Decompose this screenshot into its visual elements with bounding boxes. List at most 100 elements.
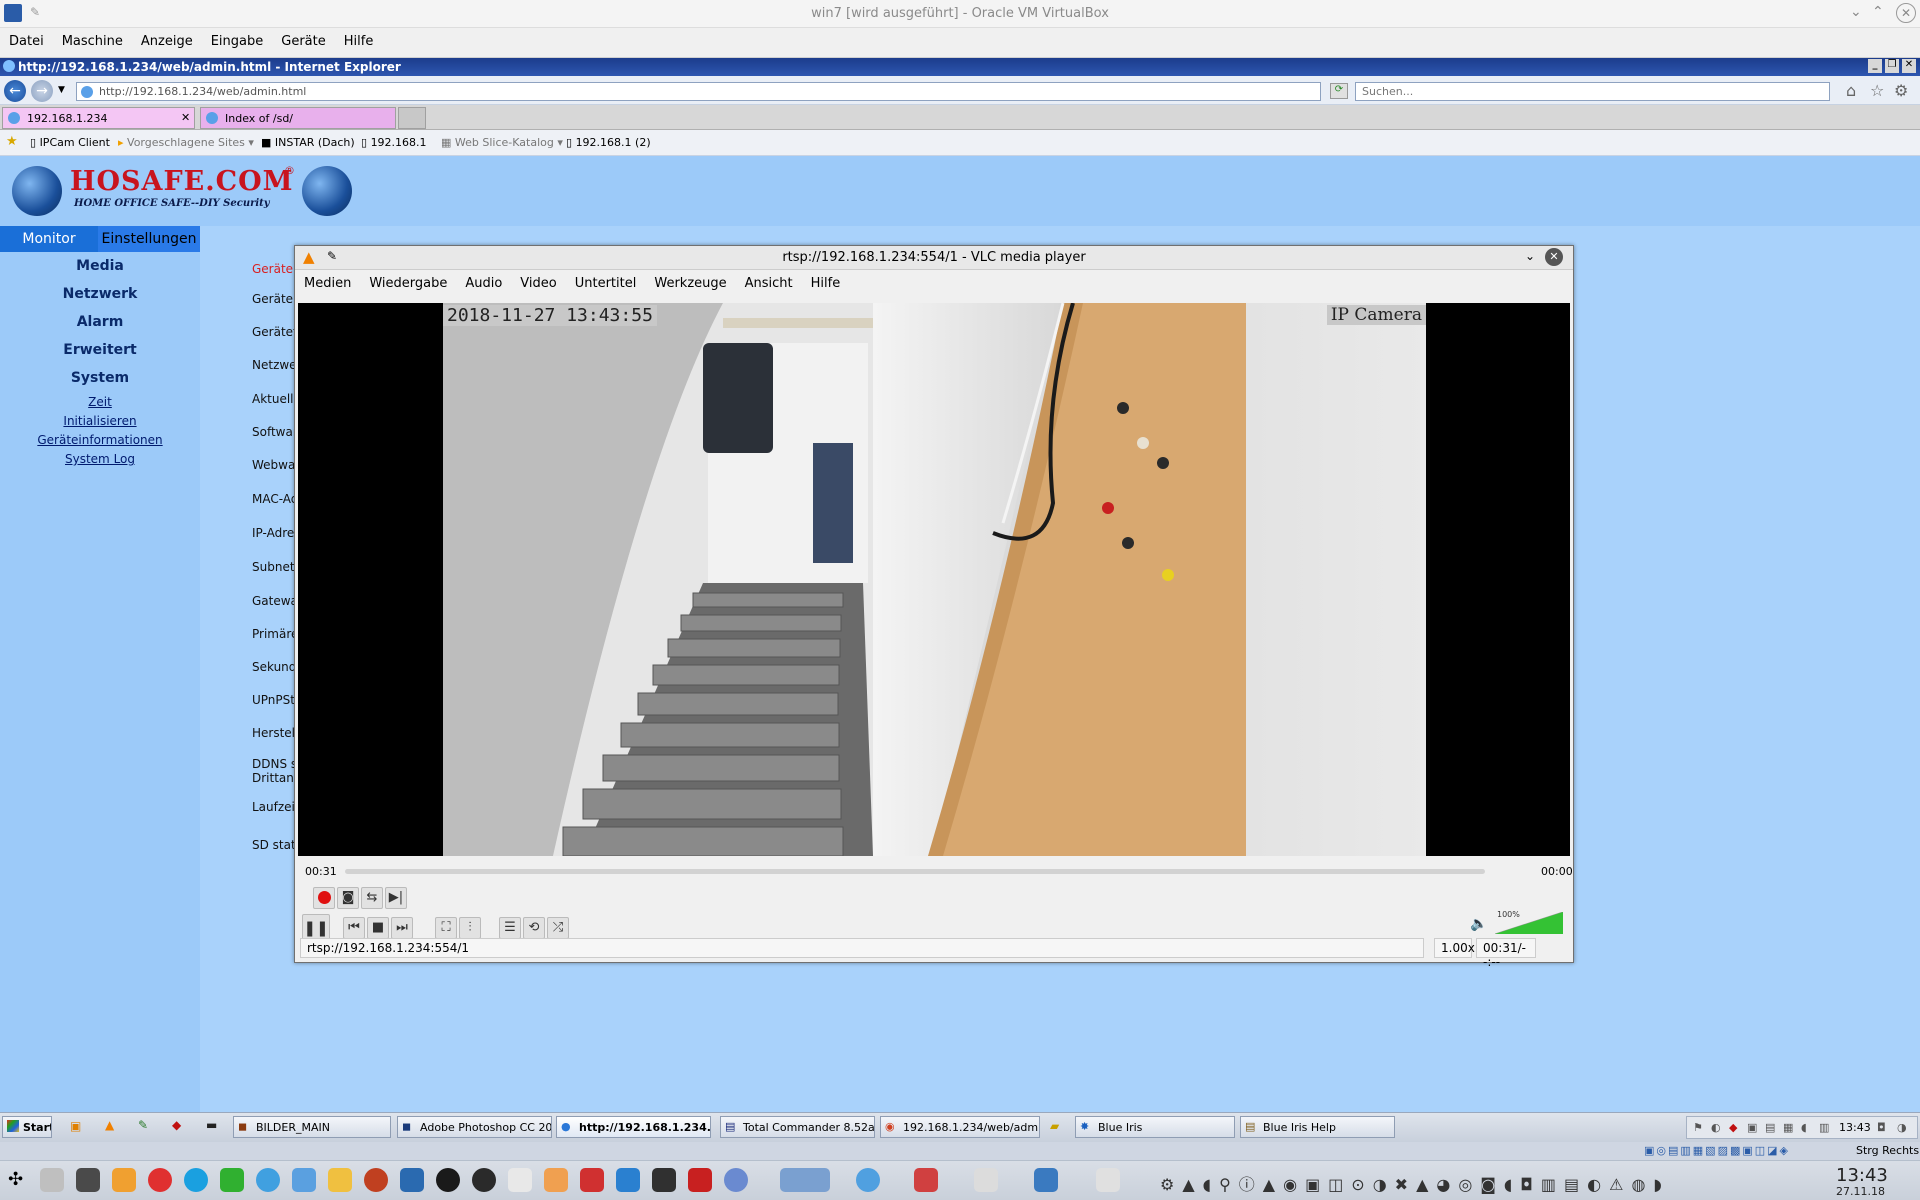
menu-datei[interactable]: Datei xyxy=(0,28,53,49)
tab-einstellungen[interactable]: Einstellungen xyxy=(98,226,200,252)
fav-192-168-1-2[interactable]: ▯ 192.168.1 (2) xyxy=(566,136,651,149)
loop-ab-button[interactable]: ⇆ xyxy=(361,887,383,909)
terminal-icon[interactable] xyxy=(652,1168,676,1192)
taskbar-item-total-commander[interactable]: ▤ Total Commander 8.52a ... xyxy=(720,1116,875,1138)
nav-erweitert[interactable]: Erweitert xyxy=(0,342,200,358)
speaker-icon[interactable]: 🔈 xyxy=(1470,916,1487,932)
home-icon[interactable]: ⌂ xyxy=(1846,81,1856,100)
menu-medien[interactable]: Medien xyxy=(295,270,360,291)
nav-system[interactable]: System xyxy=(0,370,200,386)
minimize-icon[interactable]: ⌄ xyxy=(1850,4,1862,20)
menu-untertitel[interactable]: Untertitel xyxy=(566,270,646,291)
ie-minimize-icon[interactable]: _ xyxy=(1868,59,1882,73)
folder-icon[interactable]: ▰ xyxy=(1050,1119,1059,1133)
skype-icon[interactable] xyxy=(184,1168,208,1192)
app-icon[interactable] xyxy=(400,1168,424,1192)
app-icon[interactable] xyxy=(724,1168,748,1192)
taskbar-item-bilder-main[interactable]: ◼ BILDER_MAIN xyxy=(233,1116,391,1138)
nav-link-zeit[interactable]: Zeit xyxy=(0,395,200,409)
fav-web-slice-katalog[interactable]: ▦ Web Slice-Katalog ▾ xyxy=(441,136,563,149)
menu-eingabe[interactable]: Eingabe xyxy=(202,28,273,49)
playback-speed[interactable]: 1.00x xyxy=(1434,938,1475,958)
loop-button[interactable]: ⟲ xyxy=(523,917,545,939)
maximize-icon[interactable]: ⌃ xyxy=(1872,4,1884,20)
fullscreen-button[interactable]: ⛶ xyxy=(435,917,457,939)
vbox-device-icons[interactable]: ▣◎▤▥▦▧▨▩▣◫◪◈ xyxy=(1644,1144,1790,1157)
menu-ansicht[interactable]: Ansicht xyxy=(736,270,802,291)
tray-icon[interactable]: ▥ xyxy=(1819,1121,1829,1134)
new-tab-button[interactable] xyxy=(398,107,426,129)
quicklaunch-vlc-icon[interactable]: ▲ xyxy=(105,1118,114,1132)
refresh-icon[interactable]: ⟳ xyxy=(1330,83,1348,99)
app-icon[interactable] xyxy=(292,1168,316,1192)
host-date[interactable]: 27.11.18 xyxy=(1836,1185,1885,1198)
tab-192-168-1-234[interactable]: 192.168.1.234 ✕ xyxy=(2,107,195,129)
quicklaunch-cmd-icon[interactable]: ▬ xyxy=(206,1118,217,1132)
next-button[interactable]: ⏭ xyxy=(391,917,413,939)
shuffle-button[interactable]: ⤮ xyxy=(547,917,569,939)
video-area[interactable]: 2018-11-27 13:43:55 IP Camera xyxy=(298,303,1570,856)
tray-volume-icon[interactable]: ◖ xyxy=(1801,1121,1807,1134)
nav-link-initialisieren[interactable]: Initialisieren xyxy=(0,414,200,428)
search-input[interactable]: Suchen... xyxy=(1355,82,1830,101)
app-icon[interactable] xyxy=(40,1168,64,1192)
menu-werkzeuge[interactable]: Werkzeuge xyxy=(645,270,735,291)
record-button[interactable] xyxy=(313,887,335,909)
extended-settings-button[interactable]: ⫶ xyxy=(459,917,481,939)
app-icon[interactable] xyxy=(580,1168,604,1192)
previous-button[interactable]: ⏮ xyxy=(343,917,365,939)
menu-hilfe[interactable]: Hilfe xyxy=(335,28,383,49)
host-clock[interactable]: 13:43 xyxy=(1836,1165,1888,1186)
menu-wiedergabe[interactable]: Wiedergabe xyxy=(360,270,456,291)
quicklaunch-notepad-icon[interactable]: ✎ xyxy=(138,1118,148,1132)
app-icon[interactable] xyxy=(220,1168,244,1192)
app-icon[interactable] xyxy=(148,1168,172,1192)
tab-index-of-sd[interactable]: Index of /sd/ xyxy=(200,107,396,129)
favorites-icon[interactable]: ☆ xyxy=(1870,81,1884,100)
dropdown-icon[interactable]: ▼ xyxy=(58,85,65,95)
forward-icon[interactable]: → xyxy=(31,80,53,102)
frame-step-button[interactable]: ▶| xyxy=(385,887,407,909)
menu-anzeige[interactable]: Anzeige xyxy=(132,28,202,49)
pin-icon[interactable]: ✎ xyxy=(327,249,337,263)
volume-slider[interactable] xyxy=(1494,911,1564,935)
fav-vorgeschlagene-sites[interactable]: ▸ Vorgeschlagene Sites ▾ xyxy=(118,136,254,149)
app-icon[interactable] xyxy=(256,1168,280,1192)
taskbar-item-chrome[interactable]: ◉ 192.168.1.234/web/adm... xyxy=(880,1116,1040,1138)
stop-button[interactable]: ■ xyxy=(367,917,389,939)
app-icon[interactable] xyxy=(974,1168,998,1192)
application-launcher-icon[interactable]: ✣ xyxy=(8,1169,23,1190)
gear-icon[interactable]: ⚙ xyxy=(1894,81,1908,100)
close-icon[interactable]: ✕ xyxy=(1896,3,1916,23)
quicklaunch-media-icon[interactable]: ▣ xyxy=(70,1119,81,1133)
tab-monitor[interactable]: Monitor xyxy=(0,226,98,252)
davinci-icon[interactable] xyxy=(436,1168,460,1192)
tray-icon[interactable]: ◑ xyxy=(1897,1121,1907,1134)
nav-alarm[interactable]: Alarm xyxy=(0,314,200,330)
time-status[interactable]: 00:31/--:-- xyxy=(1476,938,1536,969)
menu-video[interactable]: Video xyxy=(511,270,565,291)
address-input[interactable]: http://192.168.1.234/web/admin.html xyxy=(76,82,1321,101)
tray-icon[interactable]: ▤ xyxy=(1765,1121,1775,1134)
taskbar-item-blue-iris-help[interactable]: ▤ Blue Iris Help xyxy=(1240,1116,1395,1138)
app-icon[interactable] xyxy=(112,1168,136,1192)
menu-maschine[interactable]: Maschine xyxy=(53,28,132,49)
tray-icon[interactable]: ◘ xyxy=(1877,1121,1886,1134)
ie-restore-icon[interactable]: ❐ xyxy=(1885,59,1899,73)
app-icon[interactable] xyxy=(914,1168,938,1192)
menu-geraete[interactable]: Geräte xyxy=(272,28,334,49)
menu-hilfe[interactable]: Hilfe xyxy=(802,270,850,291)
nav-netzwerk[interactable]: Netzwerk xyxy=(0,286,200,302)
guest-clock[interactable]: 13:43 xyxy=(1839,1121,1871,1134)
taskbar-item-ie[interactable]: ● http://192.168.1.234... xyxy=(556,1116,711,1138)
desktop-pager[interactable] xyxy=(780,1168,830,1192)
seek-slider[interactable] xyxy=(345,869,1485,874)
menu-audio[interactable]: Audio xyxy=(456,270,511,291)
fav-instar-dach[interactable]: ■ INSTAR (Dach) xyxy=(261,136,355,149)
playlist-button[interactable]: ☰ xyxy=(499,917,521,939)
nav-media[interactable]: Media xyxy=(0,258,200,274)
vivaldi-icon[interactable] xyxy=(688,1168,712,1192)
start-button[interactable]: Start xyxy=(2,1116,52,1138)
minimize-icon[interactable]: ⌄ xyxy=(1525,249,1535,263)
app-icon[interactable] xyxy=(616,1168,640,1192)
